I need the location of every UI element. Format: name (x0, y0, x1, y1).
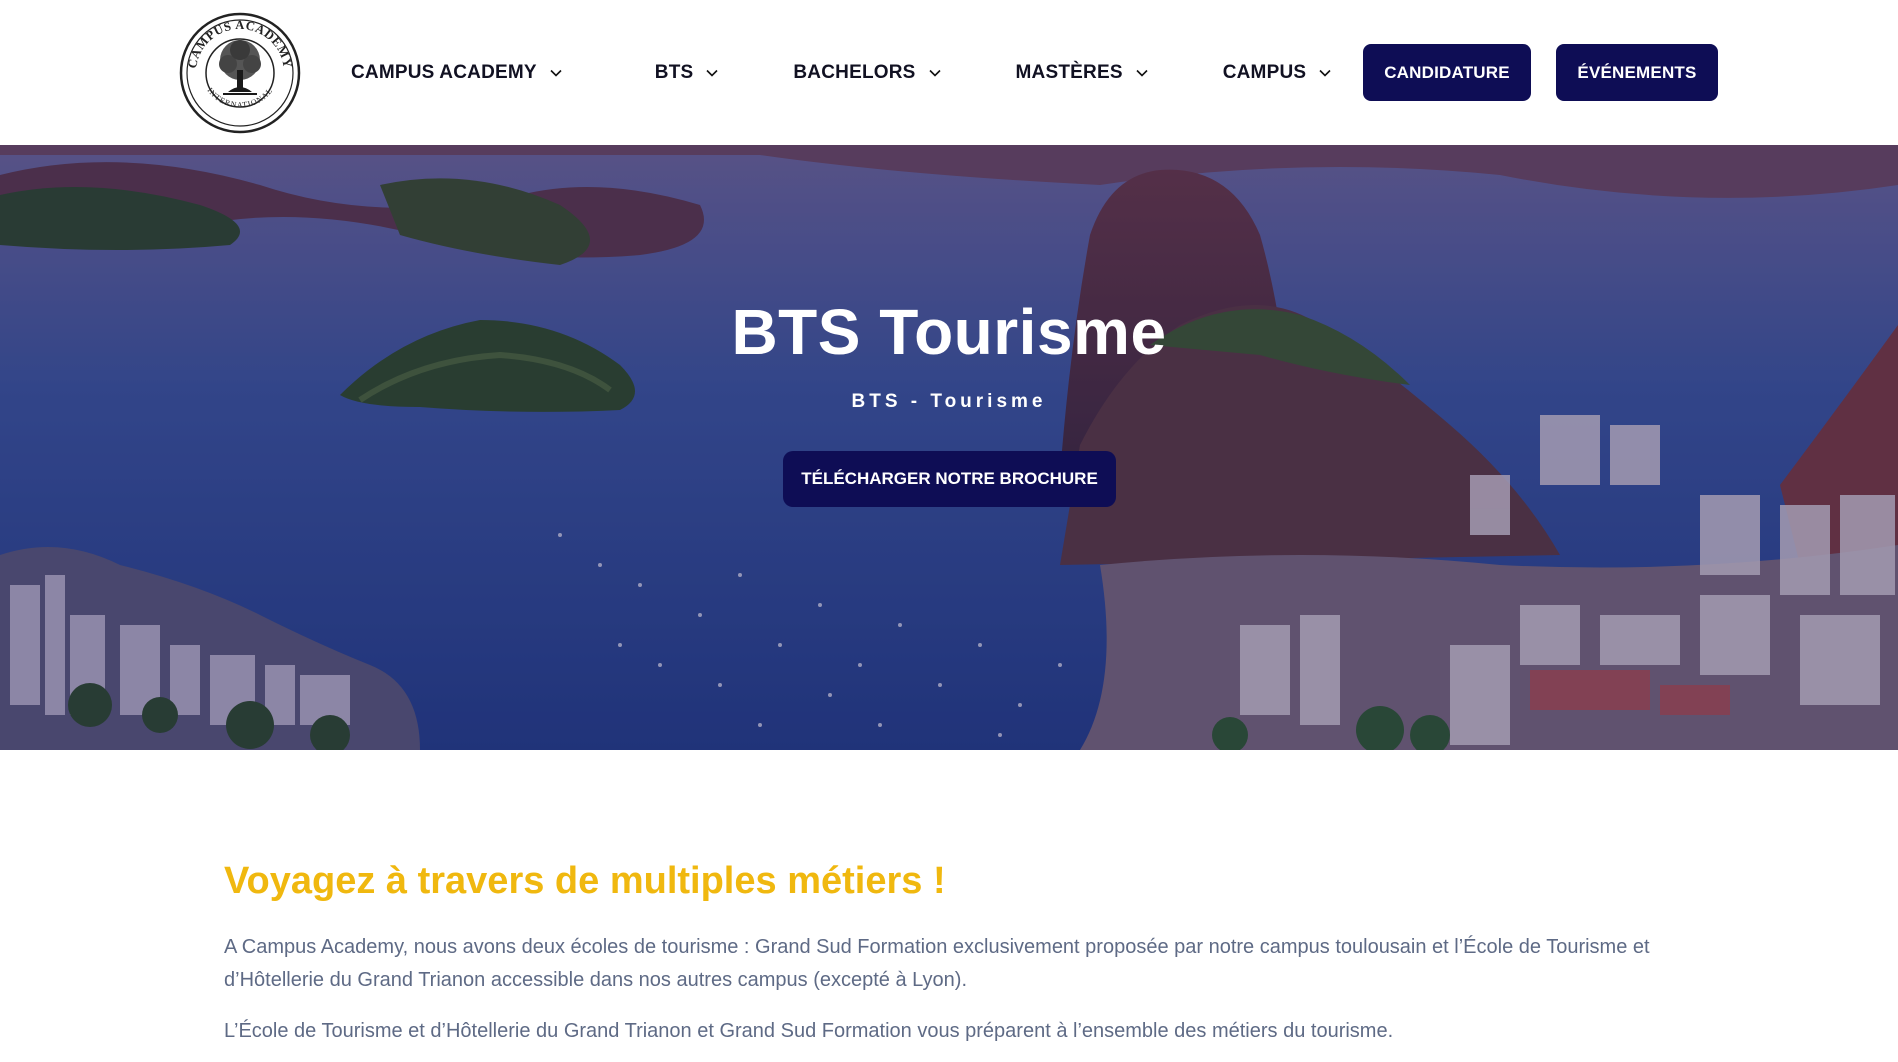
main-content: Voyagez à travers de multiples métiers !… (224, 858, 1674, 1048)
site-header: CAMPUS ACADEMY INTERNATIONAL CAMPUS ACAD… (0, 0, 1898, 145)
chevron-down-icon (1319, 69, 1331, 77)
main-nav: CAMPUS ACADEMY BTS BACHELORS MASTÈRES CA… (351, 0, 1332, 145)
nav-bts[interactable]: BTS (655, 62, 720, 84)
hero-overlay (0, 145, 1898, 750)
download-brochure-button[interactable]: TÉLÉCHARGER NOTRE BROCHURE (783, 451, 1116, 507)
candidature-button[interactable]: CANDIDATURE (1363, 44, 1531, 101)
chevron-down-icon (928, 69, 941, 77)
section-heading: Voyagez à travers de multiples métiers ! (224, 860, 946, 902)
nav-label: CAMPUS ACADEMY (351, 61, 537, 83)
nav-campus[interactable]: CAMPUS (1223, 62, 1333, 84)
nav-bachelors[interactable]: BACHELORS (793, 62, 941, 84)
nav-label: MASTÈRES (1015, 61, 1123, 83)
hero-banner: BTS Tourisme BTS - Tourisme TÉLÉCHARGER … (0, 145, 1898, 750)
chevron-down-icon (550, 69, 562, 77)
nav-label: BTS (654, 61, 694, 83)
nav-masteres[interactable]: MASTÈRES (1016, 62, 1149, 84)
evenements-button[interactable]: ÉVÉNEMENTS (1556, 44, 1718, 101)
schools-paragraph: L’École de Tourisme et d’Hôtellerie du G… (224, 1020, 1394, 1042)
chevron-down-icon (1136, 69, 1148, 77)
nav-label: CAMPUS (1222, 61, 1307, 83)
hero-subtitle: BTS - Tourisme (851, 391, 1047, 412)
hero-title: BTS Tourisme (731, 296, 1167, 368)
nav-label: BACHELORS (793, 61, 916, 83)
chevron-down-icon (706, 69, 718, 77)
nav-campus-academy[interactable]: CAMPUS ACADEMY (351, 62, 563, 84)
campus-academy-logo[interactable]: CAMPUS ACADEMY INTERNATIONAL (178, 12, 302, 134)
intro-paragraph: A Campus Academy, nous avons deux écoles… (224, 936, 1650, 991)
